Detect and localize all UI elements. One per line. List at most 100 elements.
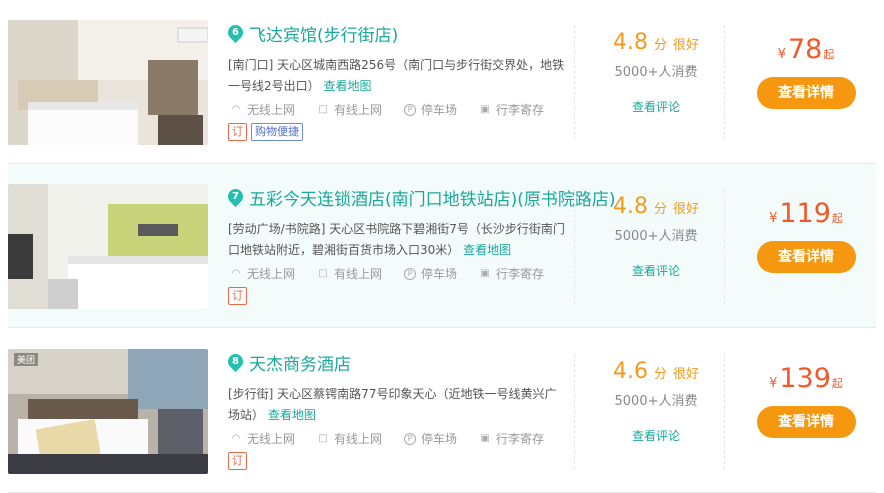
view-details-button[interactable]: 查看详情	[756, 406, 856, 438]
price-suffix: 起	[831, 377, 843, 390]
wifi-icon: ◠	[231, 267, 241, 279]
facility-label: 行李寄存	[496, 103, 545, 117]
location-pin-icon: 8	[224, 350, 247, 372]
hotel-photo[interactable]: 美团	[8, 349, 208, 474]
facility-parking: P 停车场	[404, 430, 457, 447]
consumer-count: 5000+人消费	[614, 394, 698, 409]
rating-block: 4.8 分 很好 5000+人消费 查看评论	[582, 194, 730, 279]
facility-luggage: ▣ 行李寄存	[479, 265, 544, 282]
divider	[574, 354, 575, 469]
view-reviews-link[interactable]: 查看评论	[582, 427, 730, 444]
divider	[574, 25, 575, 140]
tag-list: 订 购物便捷	[228, 123, 303, 141]
address-text: [劳动广场/书院路] 天心区书院路下碧湘街7号（长沙步行街南门口地铁站附近，碧湘…	[228, 222, 565, 257]
hotel-photo[interactable]	[8, 20, 208, 145]
luggage-icon: ▣	[480, 267, 490, 279]
facility-list: ◠ 无线上网 □ 有线上网 P 停车场 ▣ 行李寄存	[230, 101, 566, 118]
view-details-button[interactable]: 查看详情	[756, 77, 856, 109]
facility-label: 无线上网	[247, 103, 296, 117]
facility-luggage: ▣ 行李寄存	[479, 101, 544, 118]
facility-wifi: ◠ 无线上网	[230, 265, 295, 282]
parking-icon: P	[404, 432, 417, 445]
monitor-icon: □	[318, 267, 328, 279]
wifi-icon: ◠	[231, 103, 241, 115]
hotel-title[interactable]: 7 五彩今天连锁酒店(南门口地铁站店)(原书院路店)	[224, 184, 616, 210]
facility-label: 停车场	[421, 432, 458, 446]
booking-tag: 订	[228, 287, 247, 305]
monitor-icon: □	[318, 432, 328, 444]
divider	[724, 189, 725, 304]
parking-icon: P	[404, 267, 417, 280]
hotel-card: 7 五彩今天连锁酒店(南门口地铁站店)(原书院路店) [劳动广场/书院路] 天心…	[8, 164, 876, 328]
parking-icon: P	[404, 103, 417, 116]
location-pin-icon: 7	[224, 185, 247, 207]
score-word: 很好	[673, 367, 700, 382]
hotel-card: 6 飞达宾馆(步行街店) [南门口] 天心区城南西路256号（南门口与步行街交界…	[8, 0, 876, 164]
location-pin-icon: 6	[224, 21, 247, 43]
consumer-count: 5000+人消费	[614, 229, 698, 244]
feature-tag: 购物便捷	[251, 123, 303, 141]
score-value: 4.6	[612, 359, 648, 384]
facility-label: 行李寄存	[496, 267, 545, 281]
hotel-name[interactable]: 五彩今天连锁酒店(南门口地铁站店)(原书院路店)	[249, 185, 616, 210]
hotel-address: [南门口] 天心区城南西路256号（南门口与步行街交界处，地铁一号线2号出口） …	[228, 55, 568, 97]
facility-label: 有线上网	[334, 103, 383, 117]
price-value: 78	[787, 34, 823, 65]
facility-wifi: ◠ 无线上网	[230, 101, 295, 118]
view-map-link[interactable]: 查看地图	[268, 408, 316, 422]
hotel-title[interactable]: 6 飞达宾馆(步行街店)	[224, 20, 398, 46]
consumer-count: 5000+人消费	[614, 65, 698, 80]
facility-list: ◠ 无线上网 □ 有线上网 P 停车场 ▣ 行李寄存	[230, 430, 566, 447]
hotel-photo[interactable]	[8, 184, 208, 309]
hotel-index: 7	[232, 190, 239, 202]
view-map-link[interactable]: 查看地图	[323, 79, 371, 93]
divider	[574, 189, 575, 304]
facility-wired: □ 有线上网	[317, 265, 382, 282]
view-reviews-link[interactable]: 查看评论	[582, 262, 730, 279]
hotel-name[interactable]: 飞达宾馆(步行街店)	[249, 21, 398, 46]
tag-list: 订	[228, 287, 247, 305]
currency-symbol: ¥	[769, 376, 778, 391]
view-details-button[interactable]: 查看详情	[756, 241, 856, 273]
facility-wired: □ 有线上网	[317, 101, 382, 118]
wifi-icon: ◠	[231, 432, 241, 444]
price-block: ¥ 78 起 查看详情	[736, 35, 876, 109]
price-value: 139	[779, 363, 831, 394]
score-unit: 分	[653, 202, 667, 217]
price-suffix: 起	[823, 48, 835, 61]
hotel-index: 8	[232, 355, 239, 367]
score-value: 4.8	[612, 194, 648, 219]
hotel-address: [步行街] 天心区蔡锷南路77号印象天心（近地铁一号线黄兴广场站） 查看地图	[228, 384, 568, 426]
facility-label: 无线上网	[247, 267, 296, 281]
facility-parking: P 停车场	[404, 265, 457, 282]
view-map-link[interactable]: 查看地图	[463, 243, 511, 257]
hotel-name[interactable]: 天杰商务酒店	[249, 350, 351, 375]
facility-label: 行李寄存	[496, 432, 545, 446]
photo-watermark: 美团	[14, 353, 39, 366]
currency-symbol: ¥	[769, 211, 778, 226]
hotel-index: 6	[232, 26, 239, 38]
divider	[724, 354, 725, 469]
facility-luggage: ▣ 行李寄存	[479, 430, 544, 447]
score-unit: 分	[653, 367, 667, 382]
rating-block: 4.6 分 很好 5000+人消费 查看评论	[582, 359, 730, 444]
facility-wired: □ 有线上网	[317, 430, 382, 447]
monitor-icon: □	[318, 103, 328, 115]
score-value: 4.8	[612, 30, 648, 55]
hotel-title[interactable]: 8 天杰商务酒店	[224, 349, 351, 375]
hotel-address: [劳动广场/书院路] 天心区书院路下碧湘街7号（长沙步行街南门口地铁站附近，碧湘…	[228, 219, 568, 261]
divider	[724, 25, 725, 140]
rating-block: 4.8 分 很好 5000+人消费 查看评论	[582, 30, 730, 115]
facility-parking: P 停车场	[404, 101, 457, 118]
luggage-icon: ▣	[480, 432, 490, 444]
facility-wifi: ◠ 无线上网	[230, 430, 295, 447]
hotel-card: 美团 8 天杰商务酒店 [步行街] 天心区蔡锷南路77号印象天心（近地铁一号线黄…	[8, 329, 876, 493]
view-reviews-link[interactable]: 查看评论	[582, 98, 730, 115]
facility-label: 停车场	[421, 103, 458, 117]
price-block: ¥ 119 起 查看详情	[736, 199, 876, 273]
facility-label: 有线上网	[334, 267, 383, 281]
price-suffix: 起	[831, 212, 843, 225]
booking-tag: 订	[228, 123, 247, 141]
facility-label: 无线上网	[247, 432, 296, 446]
booking-tag: 订	[228, 452, 247, 470]
